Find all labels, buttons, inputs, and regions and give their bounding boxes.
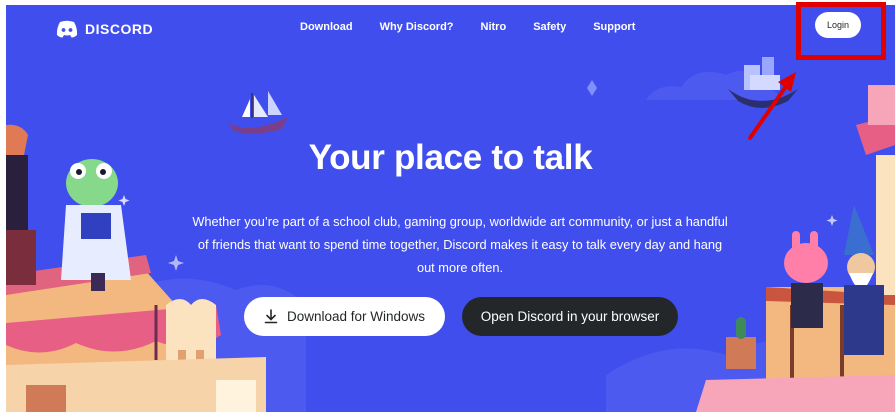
hero-illustration bbox=[6, 57, 895, 412]
download-icon bbox=[264, 309, 278, 324]
nav-why-discord[interactable]: Why Discord? bbox=[380, 21, 454, 33]
brand-name: DISCORD bbox=[85, 21, 154, 37]
nav-safety[interactable]: Safety bbox=[533, 21, 566, 33]
nav-download[interactable]: Download bbox=[300, 21, 353, 33]
download-windows-label: Download for Windows bbox=[286, 309, 426, 324]
discord-logo[interactable]: DISCORD bbox=[56, 17, 153, 41]
hero-title: Your place to talk bbox=[308, 138, 593, 177]
hero-description: Whether you’re part of a school club, ga… bbox=[192, 214, 728, 275]
nav-nitro[interactable]: Nitro bbox=[481, 21, 507, 33]
main-nav: Download Why Discord? Nitro Safety Suppo… bbox=[300, 21, 635, 33]
nav-support[interactable]: Support bbox=[593, 21, 635, 33]
open-in-browser-label: Open Discord in your browser bbox=[480, 309, 660, 324]
open-in-browser-button[interactable]: Open Discord in your browser bbox=[462, 297, 678, 336]
hero-section: DISCORD Download Why Discord? Nitro Safe… bbox=[6, 5, 895, 412]
login-button[interactable]: Login bbox=[815, 12, 861, 38]
download-windows-button[interactable]: Download for Windows bbox=[244, 297, 445, 336]
discord-logo-icon bbox=[56, 20, 78, 38]
